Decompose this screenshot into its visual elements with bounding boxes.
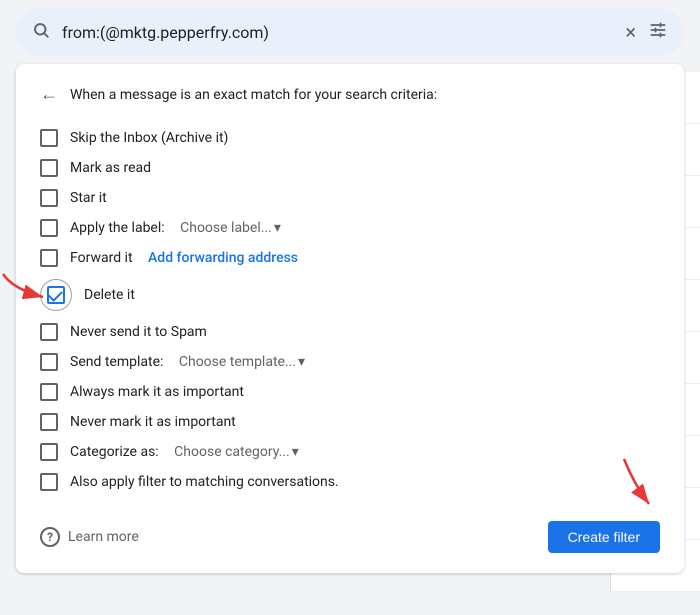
template-select-arrow: ▾ [298,354,305,370]
option-forward-it: Forward it Add forwarding address [40,243,660,273]
option-skip-inbox: Skip the Inbox (Archive it) [40,123,660,153]
option-send-template: Send template: Choose template... ▾ [40,347,660,377]
option-mark-as-read: Mark as read [40,153,660,183]
checkbox-star-it[interactable] [40,189,58,207]
label-always-important: Always mark it as important [70,384,244,400]
red-arrow-delete [0,269,58,313]
filter-dialog: ← When a message is an exact match for y… [16,64,684,573]
checkbox-forward-it[interactable] [40,249,58,267]
back-button[interactable]: ← [40,84,58,105]
option-also-apply: Also apply filter to matching conversati… [40,467,660,497]
search-options-button[interactable] [648,20,668,45]
category-select-arrow: ▾ [292,444,299,460]
search-bar[interactable]: from:(@mktg.pepperfry.com) × [16,8,684,56]
option-categorize: Categorize as: Choose category... ▾ [40,437,660,467]
label-select-arrow: ▾ [274,220,281,236]
option-apply-label: Apply the label: Choose label... ▾ [40,213,660,243]
category-select-text: Choose category... [174,444,290,460]
checkbox-also-apply[interactable] [40,473,58,491]
label-select-text: Choose label... [180,220,272,236]
checkbox-always-important[interactable] [40,383,58,401]
template-select-text: Choose template... [179,354,296,370]
options-list: Skip the Inbox (Archive it) Mark as read… [40,123,660,497]
checkbox-apply-label[interactable] [40,219,58,237]
label-select-wrapper[interactable]: Choose label... ▾ [180,220,281,236]
option-delete-it: Delete it [40,273,660,317]
label-mark-as-read: Mark as read [70,160,151,176]
checkbox-send-template[interactable] [40,353,58,371]
label-forward-it: Forward it [70,250,136,266]
checkbox-mark-as-read[interactable] [40,159,58,177]
search-icon [32,21,50,44]
checkbox-skip-inbox[interactable] [40,129,58,147]
option-star-it: Star it [40,183,660,213]
checkbox-never-important[interactable] [40,413,58,431]
learn-more-label: Learn more [68,529,139,545]
back-row: ← When a message is an exact match for y… [40,84,660,105]
dialog-footer: ? Learn more Create filter [40,513,660,553]
label-send-template: Send template: [70,354,167,370]
label-never-spam: Never send it to Spam [70,324,207,340]
label-skip-inbox: Skip the Inbox (Archive it) [70,130,228,146]
help-icon: ? [40,527,60,547]
learn-more-link[interactable]: ? Learn more [40,527,139,547]
option-never-important: Never mark it as important [40,407,660,437]
category-select-wrapper[interactable]: Choose category... ▾ [174,444,299,460]
create-filter-button[interactable]: Create filter [548,521,660,553]
option-never-spam: Never send it to Spam [40,317,660,347]
criteria-text: When a message is an exact match for you… [70,87,437,103]
search-clear-button[interactable]: × [625,20,636,44]
label-apply-label: Apply the label: [70,220,168,236]
checkbox-categorize[interactable] [40,443,58,461]
template-select-wrapper[interactable]: Choose template... ▾ [179,354,305,370]
label-categorize: Categorize as: [70,444,162,460]
checkbox-never-spam[interactable] [40,323,58,341]
red-arrow-create [614,454,664,518]
add-forwarding-link[interactable]: Add forwarding address [148,250,298,266]
label-also-apply: Also apply filter to matching conversati… [70,474,339,490]
label-star-it: Star it [70,190,107,206]
label-delete-it: Delete it [84,287,135,303]
option-always-important: Always mark it as important [40,377,660,407]
label-never-important: Never mark it as important [70,414,236,430]
search-query: from:(@mktg.pepperfry.com) [62,23,613,42]
